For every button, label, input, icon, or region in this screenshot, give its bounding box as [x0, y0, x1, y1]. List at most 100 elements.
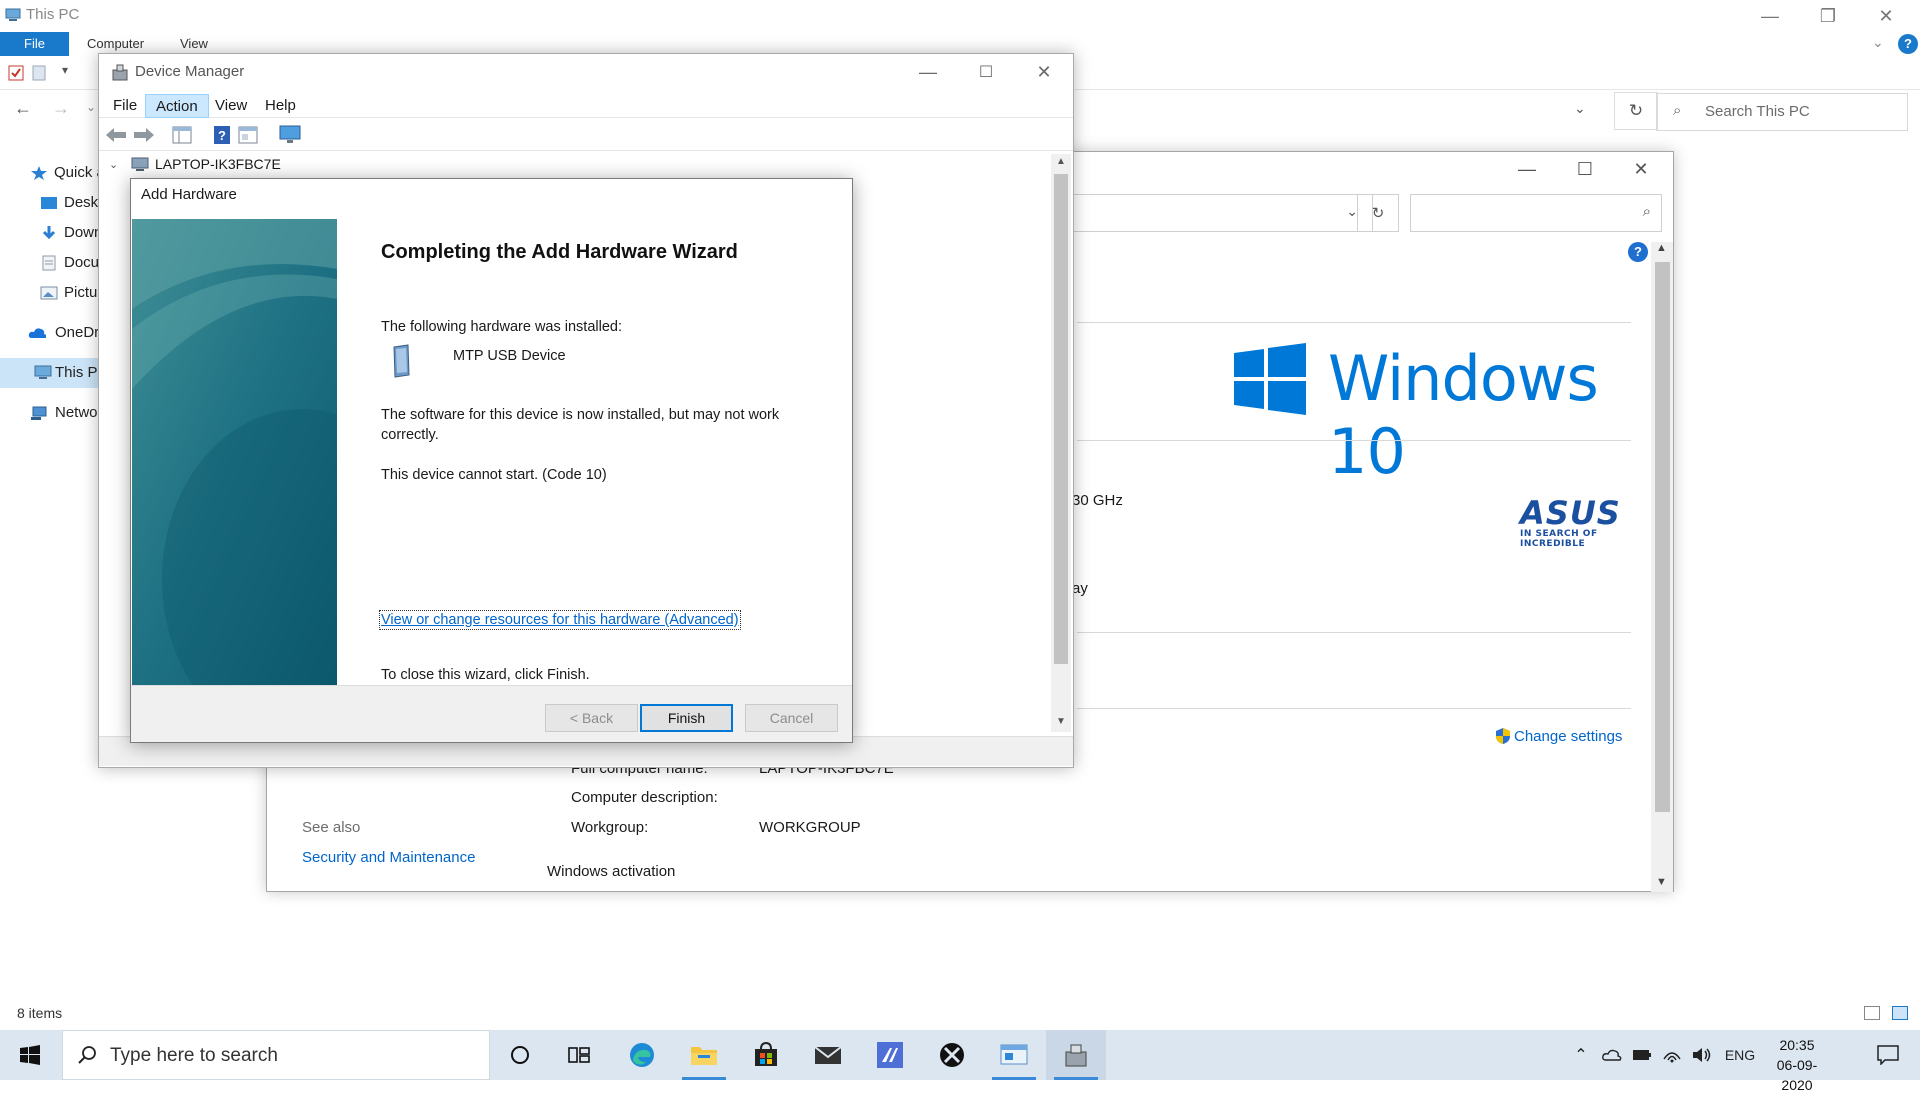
refresh-button[interactable]: ↻	[1614, 92, 1658, 130]
wizard-title: Add Hardware	[141, 186, 237, 203]
wizard-footer: < Back Finish Cancel	[131, 685, 852, 742]
taskbar-clock[interactable]: 20:35 06-09-2020	[1762, 1035, 1832, 1095]
scan-hardware-button[interactable]	[277, 122, 303, 148]
cancel-button[interactable]: Cancel	[745, 704, 838, 732]
workgroup-label: Workgroup:	[571, 819, 649, 836]
asus-logo: ASUS IN SEARCH OF INCREDIBLE	[1520, 497, 1645, 549]
help-button[interactable]: ?	[209, 122, 235, 148]
tree-root-computer[interactable]: LAPTOP-IK3FBC7E	[155, 156, 281, 172]
forward-button[interactable]	[131, 122, 157, 148]
customize-qat-icon[interactable]: ▾	[62, 63, 68, 77]
windows-10-logo-text: Windows 10	[1328, 342, 1599, 488]
forward-icon[interactable]: →	[52, 98, 70, 119]
onedrive-tray-icon[interactable]	[1598, 1030, 1626, 1080]
computer-icon	[5, 8, 21, 21]
recent-locations-icon[interactable]: ⌄	[86, 100, 96, 114]
device-icon	[393, 344, 410, 378]
divider	[1077, 632, 1631, 633]
finish-button[interactable]: Finish	[640, 704, 733, 732]
taskbar-search-box[interactable]: Type here to search	[62, 1030, 490, 1080]
new-folder-icon[interactable]	[32, 65, 46, 81]
asus-app[interactable]	[860, 1030, 920, 1080]
taskbar: Type here to search ⌃ ENG 20:35 06-09-20…	[0, 1030, 1920, 1093]
explorer-title: This PC	[26, 6, 80, 23]
menu-view[interactable]: View	[205, 94, 257, 118]
xbox-app[interactable]	[922, 1030, 982, 1080]
menu-help[interactable]: Help	[255, 94, 306, 118]
show-hide-console-tree-button[interactable]	[169, 122, 195, 148]
close-hint: To close this wizard, click Finish.	[381, 667, 590, 683]
mail-app[interactable]	[798, 1030, 858, 1080]
device-manager-app[interactable]	[1046, 1030, 1106, 1080]
device-tree-scrollbar[interactable]: ▲ ▼	[1051, 154, 1071, 732]
display-fragment: ay	[1072, 580, 1088, 597]
system-search-box[interactable]: ⌕	[1410, 194, 1662, 232]
wifi-icon[interactable]	[1658, 1030, 1686, 1080]
file-explorer-app[interactable]	[674, 1030, 734, 1080]
help-icon[interactable]: ?	[1898, 34, 1918, 54]
scroll-down-icon[interactable]: ▼	[1656, 876, 1667, 888]
input-language-indicator[interactable]: ENG	[1720, 1030, 1760, 1080]
system-window-icon	[1000, 1044, 1028, 1065]
restore-button[interactable]: ❐	[1800, 0, 1856, 32]
scroll-up-icon[interactable]: ▲	[1056, 156, 1066, 167]
windows-logo-icon	[1234, 343, 1306, 415]
mail-icon	[814, 1046, 842, 1064]
cortana-button[interactable]	[490, 1030, 550, 1080]
properties-icon[interactable]	[8, 65, 24, 81]
properties-button[interactable]	[235, 122, 261, 148]
help-icon[interactable]: ?	[1628, 242, 1648, 262]
minimize-button[interactable]: —	[899, 54, 957, 90]
close-button[interactable]: ✕	[1858, 0, 1914, 32]
back-button[interactable]: < Back	[545, 704, 638, 732]
chevron-down-icon[interactable]: ⌄	[1872, 34, 1884, 51]
close-button[interactable]: ✕	[1015, 54, 1073, 90]
advanced-resources-link[interactable]: View or change resources for this hardwa…	[379, 610, 741, 630]
scroll-up-icon[interactable]: ▲	[1656, 242, 1667, 254]
address-dropdown-icon[interactable]: ⌄	[1574, 100, 1586, 117]
menu-action[interactable]: Action	[145, 94, 209, 118]
task-view-button[interactable]	[550, 1030, 610, 1080]
add-hardware-wizard: Add Hardware Completing the Add Hardware…	[130, 178, 853, 743]
maximize-button[interactable]: ☐	[1557, 152, 1613, 186]
show-hidden-icons-button[interactable]: ⌃	[1568, 1030, 1594, 1080]
expand-collapse-icon[interactable]: ⌄	[109, 158, 118, 171]
explorer-search-box[interactable]: ⌕ Search This PC	[1656, 93, 1908, 131]
back-icon[interactable]: ←	[14, 98, 32, 119]
battery-icon[interactable]	[1628, 1030, 1656, 1080]
system-control-panel-app[interactable]	[984, 1030, 1044, 1080]
ribbon-tab-file[interactable]: File	[0, 32, 69, 56]
device-manager-icon	[1065, 1044, 1087, 1067]
refresh-button[interactable]: ↻	[1357, 194, 1399, 232]
shield-icon	[1496, 728, 1510, 744]
wizard-banner	[132, 219, 337, 686]
change-settings-link[interactable]: Change settings	[1494, 727, 1622, 745]
large-icons-view-icon[interactable]	[1892, 1006, 1908, 1020]
forward-arrow-icon	[134, 128, 154, 142]
device-manager-menubar: File Action View Help	[99, 92, 1073, 118]
scrollbar-thumb[interactable]	[1054, 174, 1068, 664]
details-view-icon[interactable]	[1864, 1006, 1880, 1020]
volume-icon[interactable]	[1688, 1030, 1716, 1080]
scroll-down-icon[interactable]: ▼	[1056, 716, 1066, 727]
minimize-button[interactable]: —	[1499, 152, 1555, 186]
minimize-button[interactable]: —	[1742, 0, 1798, 32]
wizard-heading: Completing the Add Hardware Wizard	[381, 241, 738, 263]
menu-file[interactable]: File	[103, 94, 147, 118]
explorer-titlebar: This PC — ❐ ✕	[0, 0, 1920, 32]
start-button[interactable]	[0, 1030, 60, 1080]
security-maintenance-link[interactable]: Security and Maintenance	[302, 849, 475, 866]
computer-icon	[131, 157, 149, 171]
store-app[interactable]	[736, 1030, 796, 1080]
back-button[interactable]	[103, 122, 129, 148]
change-settings-label: Change settings	[1514, 727, 1623, 745]
clock-date: 06-09-2020	[1776, 1057, 1818, 1093]
action-center-button[interactable]	[1864, 1030, 1912, 1080]
close-button[interactable]: ✕	[1613, 152, 1669, 186]
download-icon	[42, 226, 56, 240]
device-manager-icon	[112, 64, 128, 81]
back-arrow-icon	[106, 128, 126, 142]
system-scrollbar[interactable]: ▲ ▼	[1651, 242, 1673, 892]
maximize-button[interactable]: ☐	[957, 54, 1015, 90]
edge-app[interactable]	[612, 1030, 672, 1080]
